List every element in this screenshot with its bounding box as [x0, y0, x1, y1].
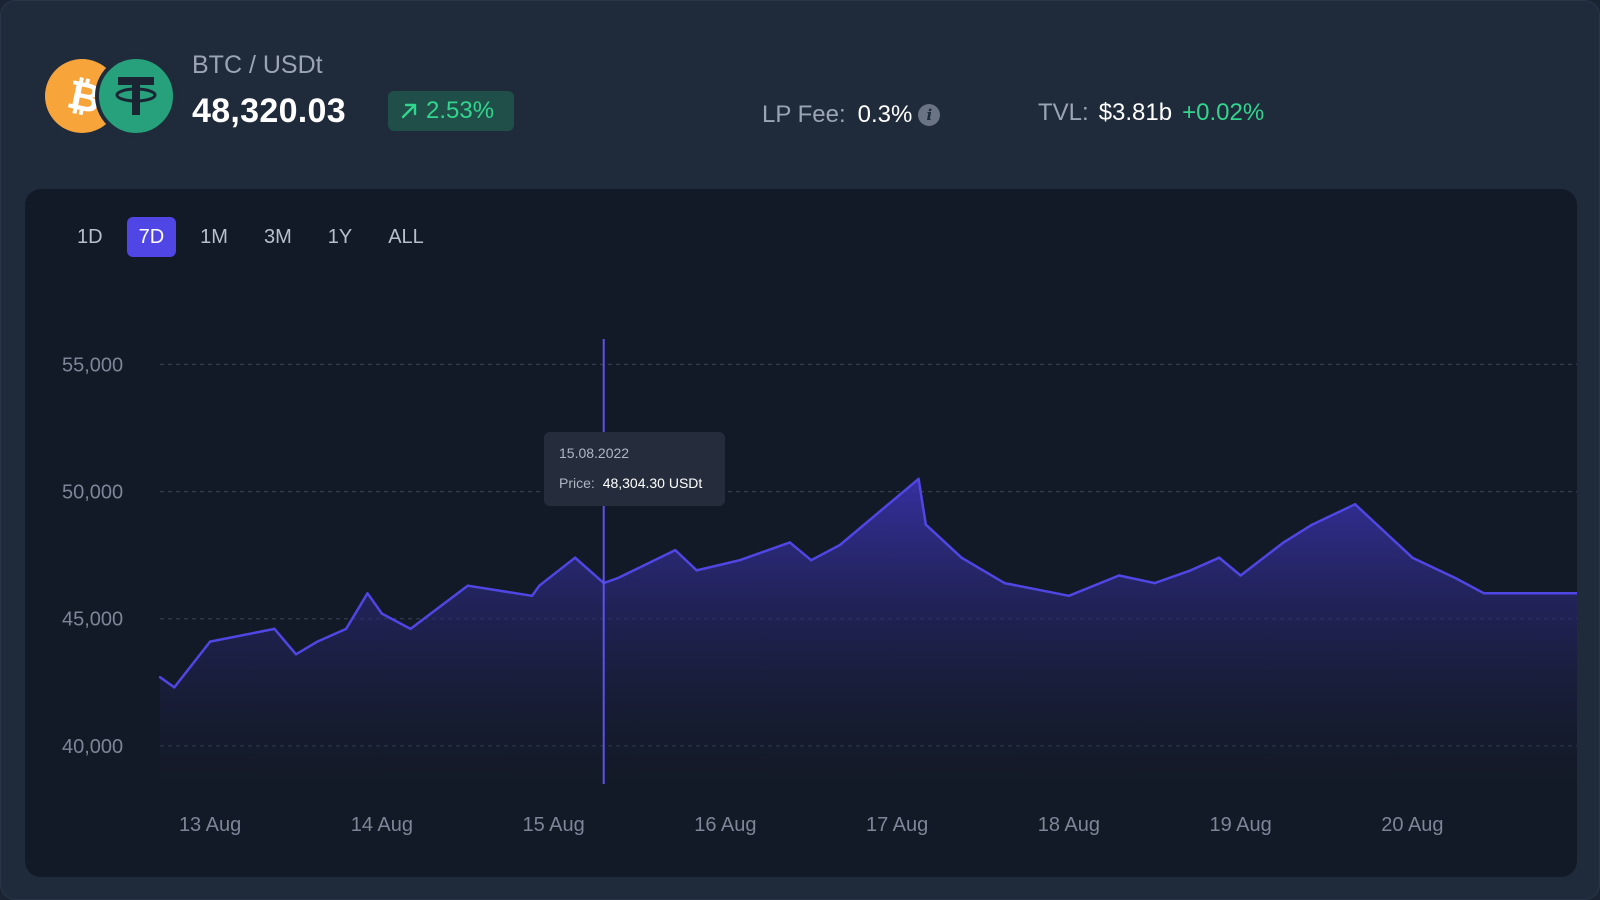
lp-fee-label: LP Fee:: [762, 101, 846, 128]
data-point: [573, 556, 577, 559]
x-tick-label: 15 Aug: [522, 814, 584, 836]
data-point: [158, 676, 162, 679]
data-point: [1454, 576, 1457, 580]
data-point: [1003, 581, 1006, 585]
tvl-value: $3.81b: [1098, 99, 1173, 126]
y-tick-label: 50,000: [62, 482, 123, 504]
data-point: [1239, 574, 1242, 577]
range-1d[interactable]: 1D: [65, 217, 115, 257]
data-point: [366, 592, 369, 595]
lp-fee: LP Fee: 0.3% i: [762, 101, 941, 129]
data-point: [380, 612, 384, 615]
data-point: [1189, 569, 1192, 572]
data-point: [1353, 503, 1357, 506]
price-change-value: 2.53%: [426, 97, 495, 124]
range-1m[interactable]: 1M: [188, 217, 240, 257]
data-point: [616, 576, 620, 580]
pair-icons: ₿: [45, 55, 177, 137]
info-icon[interactable]: i: [918, 104, 941, 126]
price-change-badge: 2.53%: [388, 91, 514, 131]
tooltip-price-value: 48,304.30 USDt: [602, 475, 703, 491]
tether-icon: [95, 55, 177, 137]
y-tick-label: 55,000: [62, 354, 123, 376]
data-point: [924, 523, 927, 526]
lp-fee-value: 0.3%: [857, 101, 913, 128]
data-point: [674, 548, 677, 552]
x-tick-label: 14 Aug: [351, 814, 413, 836]
range-all[interactable]: ALL: [376, 217, 436, 257]
price-chart[interactable]: 40,000 45,000 50,000 55,000 13 Aug 14 Aug 15 A…: [25, 189, 1577, 877]
data-point: [344, 627, 348, 631]
tooltip-price-label: Price:: [559, 475, 595, 491]
x-tick-label: 20 Aug: [1381, 814, 1443, 836]
tooltip-date: 15.08.2022: [559, 445, 630, 461]
arrow-up-right-icon: [400, 102, 418, 120]
data-point: [1411, 556, 1414, 559]
x-tick-label: 17 Aug: [866, 814, 928, 836]
y-tick-label: 40,000: [62, 736, 123, 758]
data-point: [1217, 556, 1221, 559]
data-point: [738, 559, 741, 562]
x-tick-label: 16 Aug: [694, 814, 756, 836]
pair-card: ₿ BTC / USDt 48,320.03 2.53% LP Fee: 0.3…: [0, 0, 1600, 900]
data-point: [1067, 594, 1071, 598]
range-3m[interactable]: 3M: [252, 217, 304, 257]
chart-tooltip: 15.08.2022 Price: 48,304.30 USDt: [544, 432, 725, 506]
tvl: TVL: $3.81b +0.02%: [1038, 99, 1264, 127]
data-point: [173, 686, 176, 689]
time-range-selector: 1D 7D 1M 3M 1Y ALL: [65, 217, 448, 257]
data-point: [530, 594, 534, 598]
data-point: [917, 477, 920, 481]
data-point: [409, 627, 412, 631]
data-point: [1117, 574, 1121, 577]
data-point: [695, 569, 698, 572]
data-point: [1153, 581, 1156, 585]
data-point: [466, 584, 469, 587]
tooltip-price-row: Price: 48,304.30 USDt: [559, 475, 725, 491]
data-point: [316, 640, 319, 643]
data-point: [538, 584, 541, 587]
x-tick-label: 18 Aug: [1038, 814, 1100, 836]
data-point: [838, 543, 842, 547]
range-1y[interactable]: 1Y: [316, 217, 364, 257]
data-point: [1525, 592, 1529, 595]
y-tick-label: 45,000: [62, 609, 123, 631]
x-tick-label: 13 Aug: [179, 814, 241, 836]
data-point: [294, 653, 298, 656]
data-point: [810, 559, 813, 562]
data-point: [208, 640, 212, 643]
data-point: [788, 541, 791, 544]
data-point: [273, 627, 276, 631]
data-point: [1311, 523, 1314, 526]
data-point: [1482, 592, 1486, 595]
data-point: [1282, 541, 1285, 544]
data-point: [960, 556, 963, 559]
current-price: 48,320.03: [192, 92, 346, 130]
chart-panel: 40,000 45,000 50,000 55,000 13 Aug 14 Aug 15 A…: [25, 189, 1577, 877]
pair-name: BTC / USDt: [192, 51, 323, 79]
series-area: [160, 478, 1577, 784]
x-tick-label: 19 Aug: [1209, 814, 1271, 836]
tvl-label: TVL:: [1038, 99, 1089, 126]
range-7d[interactable]: 7D: [126, 217, 177, 257]
tvl-change: +0.02%: [1182, 99, 1265, 126]
